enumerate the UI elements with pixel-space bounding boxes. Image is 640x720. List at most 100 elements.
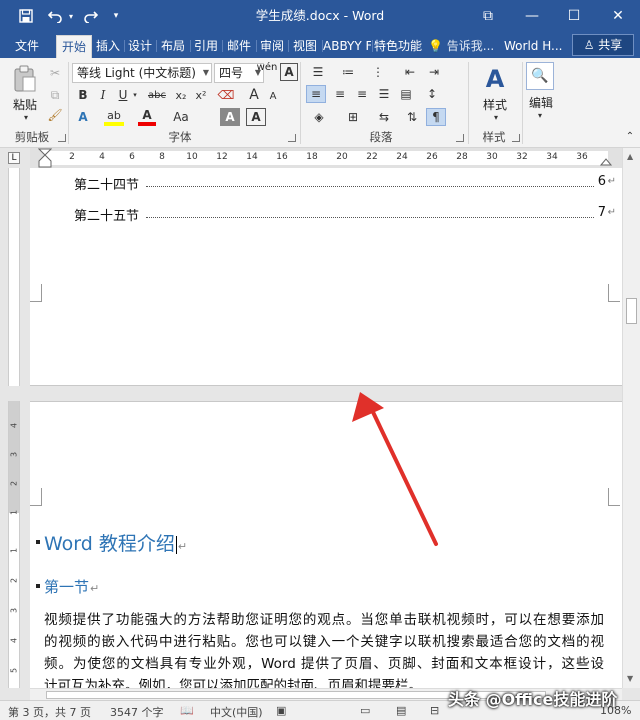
tab-view[interactable]: 视图 bbox=[289, 35, 321, 58]
highlight-button[interactable]: ab bbox=[104, 108, 124, 126]
sort-icon[interactable]: ⇅ bbox=[402, 108, 422, 126]
tab-features[interactable]: 特色功能 bbox=[373, 35, 423, 58]
proofing-icon[interactable]: 📖 bbox=[180, 704, 194, 717]
cut-icon[interactable]: ✂ bbox=[46, 64, 64, 82]
text-cursor bbox=[175, 535, 177, 554]
underline-dropdown-icon[interactable]: ▾ bbox=[130, 88, 140, 102]
text-effects-button[interactable]: A bbox=[74, 108, 92, 126]
tab-references[interactable]: 引用 bbox=[191, 35, 221, 58]
styles-button-label[interactable]: 样式 bbox=[476, 96, 514, 113]
undo-icon[interactable] bbox=[44, 0, 68, 32]
right-indent-marker-icon[interactable] bbox=[600, 154, 612, 166]
tab-review[interactable]: 审阅 bbox=[257, 35, 287, 58]
phonetic-guide-button[interactable]: wén bbox=[256, 62, 278, 73]
paste-icon[interactable] bbox=[12, 64, 38, 94]
font-launcher-icon[interactable] bbox=[288, 134, 296, 142]
tab-insert[interactable]: 插入 bbox=[93, 35, 123, 58]
paragraph-launcher-icon[interactable] bbox=[456, 134, 464, 142]
grow-font-button[interactable]: A bbox=[244, 86, 264, 104]
document-area[interactable]: 第二十四节 6 ↵ 第二十五节 7 ↵ Word 教程介绍 ↵ 第一节↵ 视频提供… bbox=[30, 168, 622, 688]
increase-indent-icon[interactable]: ⇥ bbox=[424, 63, 444, 81]
character-shading-button[interactable]: A bbox=[220, 108, 240, 126]
character-border-button[interactable]: A bbox=[246, 108, 266, 126]
styles-dropdown-icon[interactable]: ▾ bbox=[490, 112, 502, 122]
tell-me-search[interactable]: 💡 告诉我... bbox=[428, 35, 494, 57]
styles-icon[interactable]: A bbox=[480, 64, 510, 94]
show-marks-icon[interactable]: ¶ bbox=[426, 108, 446, 126]
share-button[interactable]: ♙ 共享 bbox=[572, 34, 634, 56]
superscript-button[interactable]: x² bbox=[192, 86, 210, 104]
copy-icon[interactable]: ⧉ bbox=[46, 86, 64, 104]
maximize-button[interactable]: ☐ bbox=[552, 0, 596, 32]
ribbon-display-icon[interactable]: ⧉ bbox=[466, 0, 510, 32]
tab-abbyy[interactable]: ABBYY F bbox=[323, 35, 371, 58]
subscript-button[interactable]: x₂ bbox=[172, 86, 190, 104]
font-group-label: 字体 bbox=[168, 130, 192, 144]
bold-button[interactable]: B bbox=[74, 86, 92, 104]
font-color-button[interactable]: A bbox=[138, 108, 156, 126]
customize-icon[interactable]: ▾ bbox=[108, 0, 124, 32]
align-left-icon[interactable]: ≡ bbox=[306, 85, 326, 103]
clear-formatting-icon[interactable]: ⌫ bbox=[216, 86, 236, 104]
minimize-button[interactable]: — bbox=[510, 0, 554, 32]
format-painter-icon[interactable]: 🖌 bbox=[46, 106, 64, 124]
close-button[interactable]: ✕ bbox=[596, 0, 640, 32]
print-layout-icon[interactable]: ▤ bbox=[396, 704, 406, 717]
multilevel-list-icon[interactable]: ⋮ bbox=[366, 63, 390, 81]
align-center-icon[interactable]: ≡ bbox=[330, 85, 350, 103]
shading-icon[interactable]: ◈ bbox=[306, 108, 332, 126]
chinese-layout-icon[interactable]: ⇆ bbox=[374, 108, 394, 126]
toc-entry[interactable]: 第二十五节 7 ↵ bbox=[74, 205, 616, 224]
font-name-combo[interactable]: 等线 Light (中文标题) ▼ bbox=[72, 63, 212, 83]
enclose-character-button[interactable]: A bbox=[280, 63, 298, 81]
find-icon[interactable]: 🔍 bbox=[526, 62, 554, 90]
borders-icon[interactable]: ⊞ bbox=[340, 108, 366, 126]
vertical-ruler[interactable]: 4 3 2 1 1 2 3 4 5 bbox=[0, 168, 30, 688]
section-heading[interactable]: 第一节↵ bbox=[44, 576, 99, 597]
tab-selector[interactable]: L bbox=[0, 148, 30, 168]
redo-icon[interactable] bbox=[78, 0, 102, 32]
horizontal-ruler[interactable]: 2 4 6 8 10 12 14 16 18 20 22 24 26 28 30… bbox=[30, 148, 622, 168]
editing-dropdown-icon[interactable]: ▾ bbox=[534, 110, 546, 120]
macro-icon[interactable]: ▣ bbox=[276, 704, 286, 717]
tab-file[interactable]: 文件 bbox=[6, 35, 48, 58]
tab-design[interactable]: 设计 bbox=[125, 35, 155, 58]
line-spacing-icon[interactable]: ↕ bbox=[420, 85, 444, 103]
language-indicator[interactable]: 中文(中国) bbox=[210, 704, 263, 720]
read-mode-icon[interactable]: ▭ bbox=[360, 704, 370, 717]
distributed-icon[interactable]: ▤ bbox=[396, 85, 416, 103]
styles-launcher-icon[interactable] bbox=[512, 134, 520, 142]
page-count[interactable]: 第 3 页，共 7 页 bbox=[8, 704, 91, 720]
web-layout-icon[interactable]: ⊟ bbox=[430, 704, 439, 717]
strikethrough-button[interactable]: abc bbox=[144, 86, 170, 104]
body-paragraph[interactable]: 视频提供了功能强大的方法帮助您证明您的观点。当您单击联机视频时，可以在想要添加 … bbox=[44, 609, 604, 688]
tab-layout[interactable]: 布局 bbox=[157, 35, 189, 58]
scroll-down-icon[interactable]: ▼ bbox=[627, 674, 633, 683]
page-current[interactable]: Word 教程介绍 ↵ 第一节↵ 视频提供了功能强大的方法帮助您证明您的观点。当您… bbox=[30, 401, 622, 688]
italic-button[interactable]: I bbox=[94, 86, 112, 104]
align-right-icon[interactable]: ≡ bbox=[352, 85, 372, 103]
clipboard-launcher-icon[interactable] bbox=[58, 134, 66, 142]
scroll-thumb[interactable] bbox=[626, 298, 637, 324]
justify-icon[interactable]: ☰ bbox=[374, 85, 394, 103]
save-icon[interactable] bbox=[14, 0, 38, 32]
vertical-scrollbar[interactable]: ▲ ▼ bbox=[622, 148, 640, 688]
undo-dropdown-icon[interactable]: ▾ bbox=[66, 0, 76, 32]
tab-home[interactable]: 开始 bbox=[56, 35, 92, 58]
decrease-indent-icon[interactable]: ⇤ bbox=[400, 63, 420, 81]
numbering-icon[interactable]: ≔ bbox=[336, 63, 360, 81]
document-title[interactable]: Word 教程介绍 ↵ bbox=[44, 529, 187, 556]
tab-mailings[interactable]: 邮件 bbox=[223, 35, 255, 58]
indent-marker-icon[interactable] bbox=[38, 148, 52, 168]
scroll-up-icon[interactable]: ▲ bbox=[627, 152, 633, 161]
paste-dropdown-icon[interactable]: ▾ bbox=[20, 112, 32, 122]
page-previous[interactable]: 第二十四节 6 ↵ 第二十五节 7 ↵ bbox=[30, 168, 622, 386]
collapse-ribbon-icon[interactable]: ⌃ bbox=[624, 130, 636, 142]
account-name[interactable]: World H... bbox=[504, 35, 562, 57]
change-case-button[interactable]: Aa bbox=[168, 108, 194, 126]
editing-button-label[interactable]: 编辑 bbox=[524, 94, 558, 111]
word-count[interactable]: 3547 个字 bbox=[110, 704, 164, 720]
shrink-font-button[interactable]: A bbox=[264, 88, 282, 104]
bullets-icon[interactable]: ☰ bbox=[306, 63, 330, 81]
toc-entry[interactable]: 第二十四节 6 ↵ bbox=[74, 174, 616, 193]
